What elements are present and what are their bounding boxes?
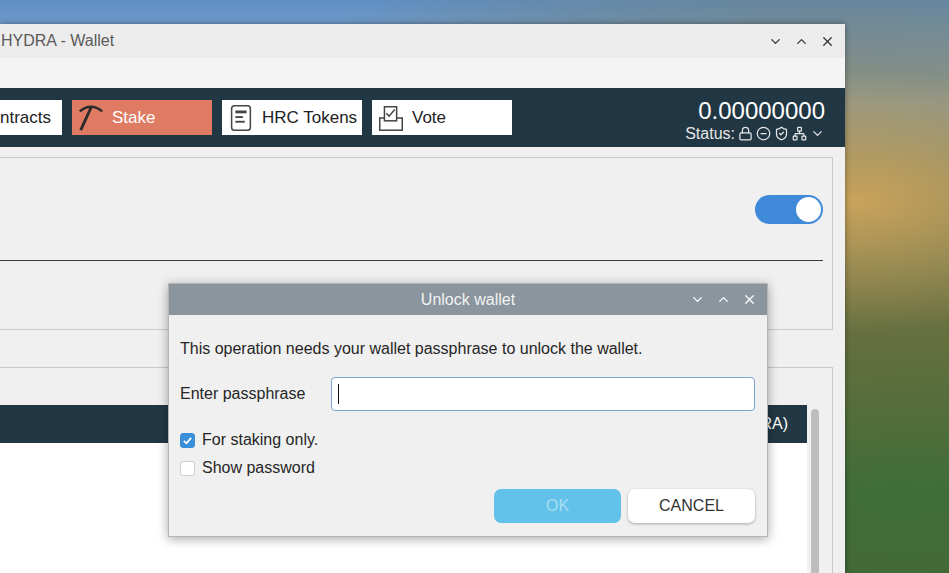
minus-circle-icon bbox=[756, 126, 771, 141]
close-icon bbox=[742, 292, 757, 307]
tab-row: ntracts Stake HRC Tokens Vote bbox=[0, 100, 512, 135]
dialog-controls bbox=[689, 291, 767, 307]
toggle-row bbox=[0, 158, 823, 260]
chevron-up-icon bbox=[716, 292, 731, 307]
text-caret bbox=[338, 384, 339, 404]
button-row: OKCANCEL bbox=[180, 489, 755, 523]
nav-tab[interactable]: HRC Tokens bbox=[222, 100, 362, 135]
tab-label: Vote bbox=[412, 108, 446, 128]
shield-icon bbox=[774, 126, 789, 141]
close-button[interactable] bbox=[741, 291, 757, 307]
checkbox-label: For staking only. bbox=[202, 431, 318, 449]
status-label: Status: bbox=[685, 125, 735, 143]
divider bbox=[0, 260, 823, 261]
checkbox-row[interactable]: Show password bbox=[180, 459, 755, 477]
window-controls bbox=[689, 291, 757, 307]
nav-tab[interactable]: ntracts bbox=[0, 100, 62, 135]
checkbox[interactable] bbox=[180, 461, 195, 476]
stake-toggle[interactable] bbox=[755, 195, 823, 224]
checkbox[interactable] bbox=[180, 433, 195, 448]
dialog-title: Unlock wallet bbox=[421, 291, 515, 309]
check-icon bbox=[182, 435, 193, 446]
maximize-button[interactable] bbox=[715, 291, 731, 307]
nav-tab[interactable]: Vote bbox=[372, 100, 512, 135]
desktop: HYDRA - Wallet ntracts Stake HRC Tokens Vote… bbox=[0, 0, 949, 573]
status-row: Status: bbox=[685, 125, 825, 143]
dialog-button[interactable]: OK bbox=[494, 489, 621, 523]
scroll-thumb[interactable] bbox=[811, 409, 819, 573]
checkbox-row[interactable]: For staking only. bbox=[180, 431, 755, 449]
maximize-button[interactable] bbox=[793, 33, 809, 49]
balance-box: 0.00000000Status: bbox=[685, 93, 825, 143]
passphrase-row: Enter passphrase bbox=[180, 377, 755, 411]
passphrase-label: Enter passphrase bbox=[180, 385, 331, 403]
dialog-button[interactable]: CANCEL bbox=[628, 489, 755, 523]
network-icon bbox=[792, 126, 807, 141]
dialog-title-bar: Unlock wallet bbox=[169, 284, 767, 315]
toggle-knob bbox=[796, 197, 821, 222]
close-button[interactable] bbox=[819, 33, 835, 49]
chevron-down-icon bbox=[810, 126, 825, 141]
chevron-down-icon bbox=[768, 34, 783, 49]
tab-label: HRC Tokens bbox=[262, 108, 357, 128]
close-icon bbox=[820, 34, 835, 49]
window-title: HYDRA - Wallet bbox=[0, 32, 114, 50]
balance-amount: 0.00000000 bbox=[698, 97, 825, 125]
tab-label: Stake bbox=[112, 108, 155, 128]
tab-label: ntracts bbox=[0, 108, 51, 128]
unlock-dialog: Unlock wallet This operation needs your w… bbox=[168, 283, 768, 537]
lock-icon bbox=[738, 126, 753, 141]
dialog-body: This operation needs your wallet passphr… bbox=[169, 315, 767, 536]
minimize-button[interactable] bbox=[689, 291, 705, 307]
title-bar: HYDRA - Wallet bbox=[0, 24, 845, 58]
minimize-button[interactable] bbox=[767, 33, 783, 49]
token-icon bbox=[226, 103, 256, 133]
chevron-down-icon bbox=[690, 292, 705, 307]
checkbox-label: Show password bbox=[202, 459, 315, 477]
dialog-message: This operation needs your wallet passphr… bbox=[180, 339, 755, 359]
passphrase-input[interactable] bbox=[331, 377, 755, 411]
menu-bar bbox=[0, 58, 845, 88]
ballot-box-icon bbox=[376, 103, 406, 133]
scrollbar[interactable] bbox=[807, 368, 832, 573]
nav-tab[interactable]: Stake bbox=[72, 100, 212, 135]
toolbar: ntracts Stake HRC Tokens Vote 0.00000000Stat… bbox=[0, 88, 845, 147]
pickaxe-icon bbox=[76, 103, 106, 133]
window-controls bbox=[767, 33, 835, 49]
chevron-up-icon bbox=[794, 34, 809, 49]
